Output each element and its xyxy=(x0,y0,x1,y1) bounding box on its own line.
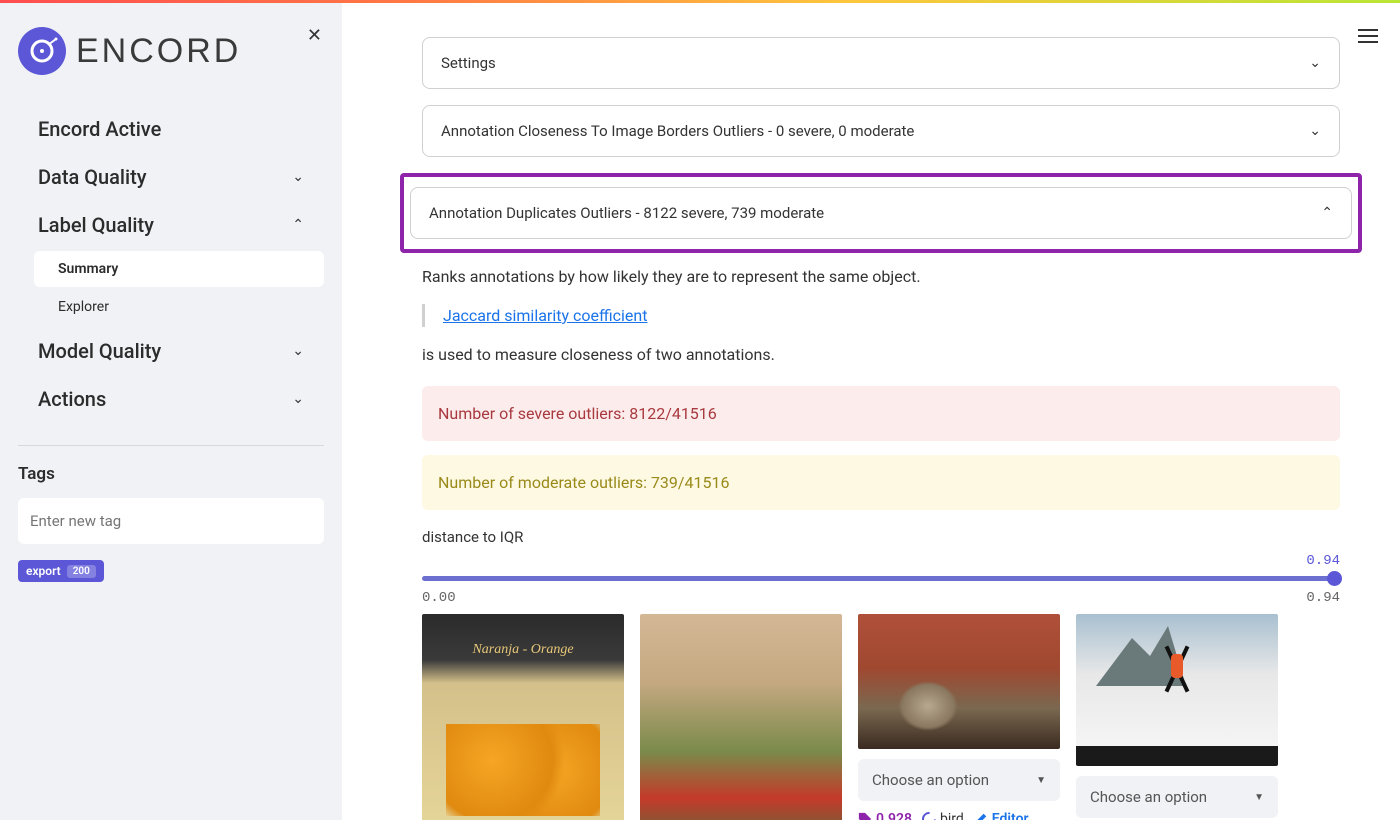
thumb-card[interactable] xyxy=(640,614,842,820)
chevron-down-icon: ⌄ xyxy=(292,343,304,359)
nav-model-quality[interactable]: Model Quality ⌄ xyxy=(18,327,324,375)
duplicates-body: Ranks annotations by how likely they are… xyxy=(422,267,1340,820)
app-title[interactable]: Encord Active xyxy=(18,105,324,153)
nav-label: Model Quality xyxy=(38,339,161,363)
score-tag: 0.928 xyxy=(858,811,912,820)
nav-label: Actions xyxy=(38,387,106,411)
slider-min: 0.00 xyxy=(422,590,456,606)
reference-block: Jaccard similarity coefficient xyxy=(422,304,1340,327)
sidebar: ✕ ENCORD Encord Active Data Quality ⌄ La… xyxy=(0,3,342,820)
logo-mark-icon xyxy=(18,27,66,75)
slider-track xyxy=(422,576,1340,581)
chevron-down-icon: ⌄ xyxy=(292,391,304,407)
tag-icon xyxy=(858,812,872,820)
settings-panel[interactable]: Settings ⌄ xyxy=(422,37,1340,89)
duplicates-highlight: Annotation Duplicates Outliers - 8122 se… xyxy=(400,173,1362,253)
thumb-card[interactable]: Choose an option ▼ 0.928 bird xyxy=(858,614,1060,820)
pencil-icon xyxy=(974,812,988,820)
class-label: bird xyxy=(940,811,964,820)
brand-logo: ENCORD xyxy=(18,27,324,75)
duplicates-label: Annotation Duplicates Outliers - 8122 se… xyxy=(429,204,824,222)
option-placeholder: Choose an option xyxy=(872,771,989,789)
export-label: export xyxy=(26,564,61,578)
editor-link[interactable]: Editor xyxy=(974,811,1029,820)
description-text: Ranks annotations by how likely they are… xyxy=(422,267,1340,286)
nav-data-quality[interactable]: Data Quality ⌄ xyxy=(18,153,324,201)
chevron-down-icon: ⌄ xyxy=(1309,123,1321,139)
chevron-up-icon: ⌃ xyxy=(292,217,304,233)
caret-down-icon: ▼ xyxy=(1036,775,1046,786)
thumb-card[interactable]: Choose an option ▼ xyxy=(1076,614,1278,820)
thumbnail-image: Naranja - Orange xyxy=(422,614,624,820)
tag-input[interactable] xyxy=(18,498,324,544)
closeness-panel[interactable]: Annotation Closeness To Image Borders Ou… xyxy=(422,105,1340,157)
nav-sub-explorer[interactable]: Explorer xyxy=(34,289,324,325)
class-icon xyxy=(919,809,939,820)
export-button[interactable]: export 200 xyxy=(18,560,104,582)
slider-current-value: 0.94 xyxy=(1306,553,1340,569)
option-select[interactable]: Choose an option ▼ xyxy=(858,759,1060,801)
tags-title: Tags xyxy=(18,464,324,484)
thumbnail-row: Naranja - Orange Choose an option ▼ xyxy=(422,614,1340,820)
slider-max: 0.94 xyxy=(1306,590,1340,606)
main-content: Settings ⌄ Annotation Closeness To Image… xyxy=(342,3,1400,820)
description-text-2: is used to measure closeness of two anno… xyxy=(422,345,1340,364)
nav-label: Data Quality xyxy=(38,165,147,189)
caret-down-icon: ▼ xyxy=(1254,792,1264,803)
skier-shape xyxy=(1171,654,1183,678)
export-count-badge: 200 xyxy=(67,565,96,578)
close-icon[interactable]: ✕ xyxy=(307,25,322,46)
chevron-up-icon: ⌃ xyxy=(1321,205,1333,221)
thumbnail-image xyxy=(858,614,1060,749)
jaccard-link[interactable]: Jaccard similarity coefficient xyxy=(443,306,647,325)
tags-section: Tags export 200 xyxy=(0,464,342,582)
thumbnail-image xyxy=(1076,614,1278,766)
score-value: 0.928 xyxy=(876,811,912,820)
thumb-card[interactable]: Naranja - Orange xyxy=(422,614,624,820)
nav-actions[interactable]: Actions ⌄ xyxy=(18,375,324,423)
slider-label: distance to IQR xyxy=(422,528,1340,546)
duplicates-panel[interactable]: Annotation Duplicates Outliers - 8122 se… xyxy=(410,187,1352,239)
nav-sub-summary[interactable]: Summary xyxy=(34,251,324,287)
slider-thumb[interactable] xyxy=(1327,571,1342,586)
sidebar-nav: Encord Active Data Quality ⌄ Label Quali… xyxy=(0,105,342,423)
iqr-slider[interactable]: 0.94 0.00 0.94 xyxy=(422,556,1340,602)
class-tag: bird xyxy=(922,811,964,820)
editor-label: Editor xyxy=(992,811,1029,820)
chevron-down-icon: ⌄ xyxy=(1309,55,1321,71)
settings-label: Settings xyxy=(441,54,496,72)
brand-name: ENCORD xyxy=(76,32,241,71)
nav-label-quality[interactable]: Label Quality ⌃ xyxy=(18,201,324,249)
option-placeholder: Choose an option xyxy=(1090,788,1207,806)
thumb-meta-row: 0.928 bird Editor xyxy=(858,811,1060,820)
hamburger-icon[interactable] xyxy=(1358,25,1378,47)
closeness-label: Annotation Closeness To Image Borders Ou… xyxy=(441,122,914,140)
chevron-down-icon: ⌄ xyxy=(292,169,304,185)
severe-alert: Number of severe outliers: 8122/41516 xyxy=(422,386,1340,441)
thumbnail-image xyxy=(640,614,842,820)
nav-label: Label Quality xyxy=(38,213,154,237)
moderate-alert: Number of moderate outliers: 739/41516 xyxy=(422,455,1340,510)
image-overlay-text: Naranja - Orange xyxy=(422,642,624,658)
divider xyxy=(18,445,324,446)
option-select[interactable]: Choose an option ▼ xyxy=(1076,776,1278,818)
